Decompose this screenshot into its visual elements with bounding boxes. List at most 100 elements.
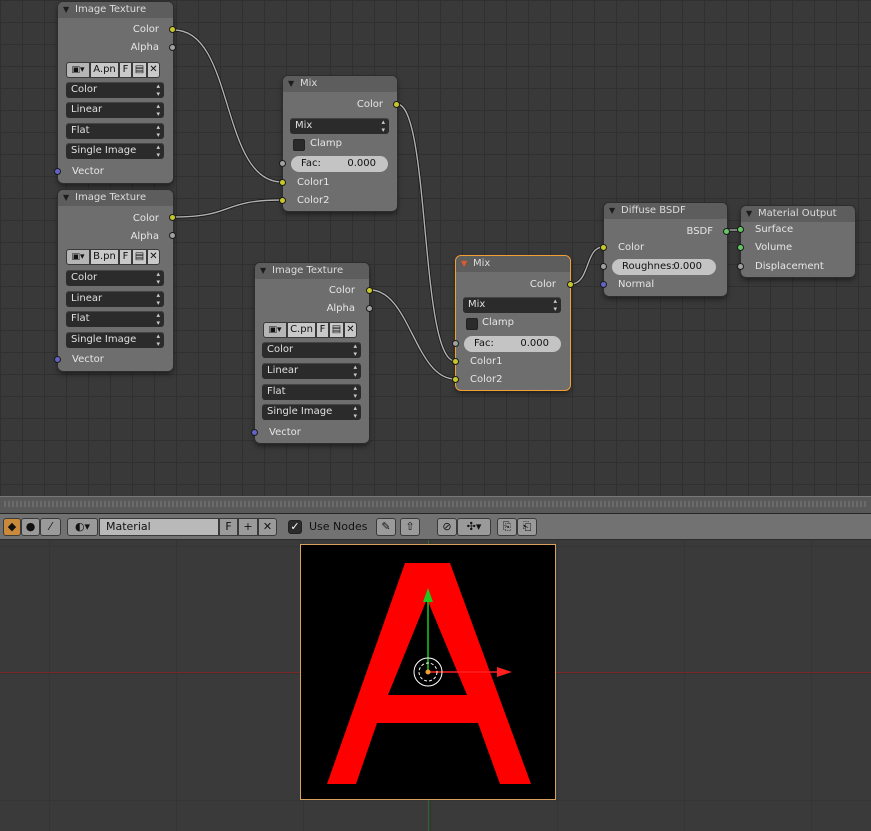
copy-icon[interactable]: ⎘ (497, 518, 517, 536)
roughness-field[interactable]: Roughnes: 0.000 (612, 259, 716, 275)
material-output-node[interactable]: ▼ Material Output Surface Volume Displac… (737, 206, 855, 277)
image-browse-icon[interactable]: ▣▾ (66, 62, 90, 78)
output-color-socket[interactable] (366, 287, 373, 294)
input-color2-socket[interactable] (279, 197, 286, 204)
output-alpha-socket[interactable] (169, 44, 176, 51)
input-roughness-socket[interactable] (600, 263, 607, 270)
image-name-field[interactable]: A.pn (90, 62, 119, 78)
input-surface-socket[interactable] (737, 226, 744, 233)
interpolation-dropdown[interactable]: Linear ▴ ▾ (262, 363, 361, 379)
transform-gizmo[interactable] (0, 540, 871, 831)
image-selector[interactable]: ▣▾ C.pn F ▤ ✕ (263, 322, 363, 338)
viewport[interactable] (0, 540, 871, 831)
blend-type-dropdown[interactable]: Mix ▴ ▾ (463, 297, 561, 313)
blend-type-dropdown[interactable]: Mix ▴ ▾ (290, 118, 389, 134)
open-folder-icon[interactable]: ▤ (132, 62, 147, 78)
node-header[interactable]: ▼ Image Texture (58, 2, 173, 18)
node-header[interactable]: ▼ Image Texture (58, 190, 173, 206)
image-selector[interactable]: ▣▾ B.pn F ▤ ✕ (66, 249, 166, 265)
fake-user-button[interactable]: F (316, 322, 329, 338)
projection-dropdown[interactable]: Flat ▴ ▾ (66, 311, 164, 327)
node-header[interactable]: ▼ Material Output (741, 206, 855, 222)
open-folder-icon[interactable]: ▤ (329, 322, 344, 338)
unlink-icon[interactable]: ✕ (344, 322, 357, 338)
paste-icon[interactable]: ⎗ (517, 518, 537, 536)
image-name-field[interactable]: C.pn (287, 322, 316, 338)
collapse-triangle-icon[interactable]: ▼ (461, 256, 467, 272)
input-volume-socket[interactable] (737, 244, 744, 251)
input-color2-socket[interactable] (452, 376, 459, 383)
input-color-socket[interactable] (600, 244, 607, 251)
open-folder-icon[interactable]: ▤ (132, 249, 147, 265)
material-browse-icon[interactable]: ◐▾ (67, 518, 98, 536)
input-color1-socket[interactable] (452, 358, 459, 365)
node-header[interactable]: ▼ Mix (283, 76, 397, 92)
collapse-triangle-icon[interactable]: ▼ (746, 206, 752, 222)
output-bsdf-socket[interactable] (723, 228, 730, 235)
output-color-socket[interactable] (169, 26, 176, 33)
color-space-dropdown[interactable]: Color ▴ ▾ (66, 82, 164, 98)
collapse-triangle-icon[interactable]: ▼ (288, 76, 294, 92)
brush-icon[interactable]: ⁄ (40, 518, 61, 536)
projection-dropdown[interactable]: Flat ▴ ▾ (262, 384, 361, 400)
fac-field[interactable]: Fac: 0.000 (464, 336, 561, 352)
interpolation-dropdown[interactable]: Linear ▴ ▾ (66, 291, 164, 307)
collapse-triangle-icon[interactable]: ▼ (63, 190, 69, 206)
area-splitter[interactable] (0, 496, 871, 514)
node-header[interactable]: ▼ Diffuse BSDF (604, 203, 727, 219)
splitter-grip[interactable] (4, 501, 867, 507)
diffuse-bsdf-node[interactable]: ▼ Diffuse BSDF BSDF Color Roughnes: 0.00… (600, 203, 730, 296)
input-color1-socket[interactable] (279, 179, 286, 186)
input-displacement-socket[interactable] (737, 263, 744, 270)
collapse-triangle-icon[interactable]: ▼ (609, 203, 615, 219)
image-browse-icon[interactable]: ▣▾ (263, 322, 287, 338)
input-vector-socket[interactable] (251, 429, 258, 436)
input-normal-socket[interactable] (600, 281, 607, 288)
collapse-triangle-icon[interactable]: ▼ (63, 2, 69, 18)
color-space-dropdown[interactable]: Color ▴ ▾ (66, 270, 164, 286)
extension-dropdown[interactable]: Single Image ▴ ▾ (66, 332, 164, 348)
output-alpha-socket[interactable] (169, 232, 176, 239)
pin-icon[interactable]: ✎ (376, 518, 396, 536)
color-space-dropdown[interactable]: Color ▴ ▾ (262, 342, 361, 358)
world-icon[interactable]: ● (21, 518, 40, 536)
unlink-icon[interactable]: ✕ (258, 518, 277, 536)
output-color-socket[interactable] (169, 214, 176, 221)
extension-dropdown[interactable]: Single Image ▴ ▾ (262, 404, 361, 420)
snap-target-icon[interactable]: ✣▾ (457, 518, 491, 536)
node-editor[interactable]: ▼ Image Texture Color Alpha ▣▾ A.pn F ▤ … (0, 0, 871, 496)
add-icon[interactable]: + (238, 518, 258, 536)
fake-user-button[interactable]: F (219, 518, 238, 536)
input-vector-socket[interactable] (54, 168, 61, 175)
use-nodes-checkbox[interactable]: ✓ (288, 520, 302, 534)
input-fac-socket[interactable] (279, 160, 286, 167)
clamp-checkbox[interactable] (466, 318, 478, 330)
image-name-field[interactable]: B.pn (90, 249, 119, 265)
image-texture-node-b[interactable]: ▼ Image Texture Color Alpha ▣▾ B.pn F ▤ … (54, 190, 176, 371)
fake-user-button[interactable]: F (119, 249, 132, 265)
mix-node-1[interactable]: ▼ Mix Color Mix ▴ ▾ Clamp Fac: 0.000 Color… (279, 76, 400, 211)
collapse-triangle-icon[interactable]: ▼ (260, 263, 266, 279)
snap-icon[interactable]: ⊘ (437, 518, 457, 536)
extension-dropdown[interactable]: Single Image ▴ ▾ (66, 143, 164, 159)
fake-user-button[interactable]: F (119, 62, 132, 78)
mix-node-2[interactable]: ▼ Mix Color Mix ▴ ▾ Clamp Fac: 0.000 Color… (452, 256, 574, 390)
unlink-icon[interactable]: ✕ (147, 62, 160, 78)
clamp-checkbox[interactable] (293, 139, 305, 151)
image-browse-icon[interactable]: ▣▾ (66, 249, 90, 265)
image-texture-node-a[interactable]: ▼ Image Texture Color Alpha ▣▾ A.pn F ▤ … (54, 2, 176, 183)
image-texture-node-c[interactable]: ▼ Image Texture Color Alpha ▣▾ C.pn F ▤ … (251, 263, 373, 443)
output-color-socket[interactable] (567, 281, 574, 288)
image-selector[interactable]: ▣▾ A.pn F ▤ ✕ (66, 62, 166, 78)
node-header[interactable]: ▼ Mix (456, 256, 570, 272)
node-header[interactable]: ▼ Image Texture (255, 263, 369, 279)
input-vector-socket[interactable] (54, 356, 61, 363)
material-name-field[interactable]: Material (99, 518, 219, 536)
object-icon[interactable]: ◆ (3, 518, 21, 536)
input-fac-socket[interactable] (452, 340, 459, 347)
fac-field[interactable]: Fac: 0.000 (291, 156, 388, 172)
projection-dropdown[interactable]: Flat ▴ ▾ (66, 123, 164, 139)
output-color-socket[interactable] (393, 101, 400, 108)
unlink-icon[interactable]: ✕ (147, 249, 160, 265)
parent-icon[interactable]: ⇧ (400, 518, 420, 536)
